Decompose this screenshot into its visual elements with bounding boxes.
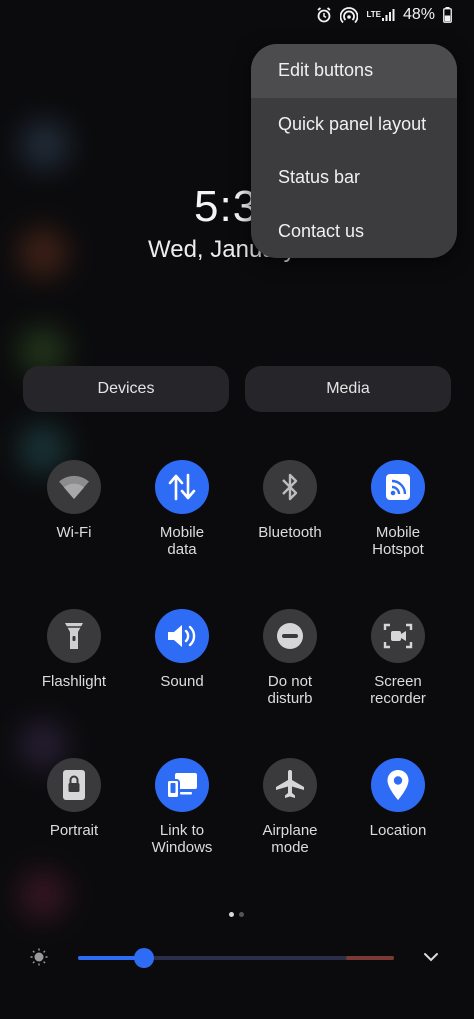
tile-label: Flashlight	[41, 673, 107, 690]
tile-airplane-mode[interactable]: Airplane mode	[236, 758, 344, 856]
hotspot-status-icon	[340, 7, 359, 23]
wifi-icon[interactable]	[47, 460, 101, 514]
page-indicator	[229, 912, 244, 917]
screen-recorder-icon[interactable]	[371, 609, 425, 663]
mobile-data-icon[interactable]	[155, 460, 209, 514]
flashlight-icon[interactable]	[47, 609, 101, 663]
tile-label: Link to Windows	[151, 822, 213, 856]
tile-label: Mobile Hotspot	[372, 524, 424, 558]
tile-label: Airplane mode	[262, 822, 318, 856]
overflow-menu: Edit buttons Quick panel layout Status b…	[251, 44, 457, 258]
menu-item-status-bar[interactable]: Status bar	[251, 151, 457, 205]
tile-mobile-hotspot[interactable]: Mobile Hotspot	[344, 460, 452, 558]
tile-screen-recorder[interactable]: Screen recorder	[344, 609, 452, 707]
tile-label: Wi-Fi	[56, 524, 92, 541]
airplane-icon[interactable]	[263, 758, 317, 812]
tile-label: Sound	[160, 673, 204, 690]
page-dot[interactable]	[239, 912, 244, 917]
tile-wifi[interactable]: Wi-Fi	[20, 460, 128, 541]
link-to-windows-icon[interactable]	[155, 758, 209, 812]
tile-bluetooth[interactable]: Bluetooth	[236, 460, 344, 541]
location-icon[interactable]	[371, 758, 425, 812]
tile-portrait[interactable]: Portrait	[20, 758, 128, 839]
tile-link-to-windows[interactable]: Link to Windows	[128, 758, 236, 856]
brightness-extra-range	[346, 956, 394, 960]
brightness-sun-icon	[30, 948, 48, 971]
bluetooth-icon[interactable]	[263, 460, 317, 514]
brightness-control	[0, 940, 474, 980]
do-not-disturb-icon[interactable]	[263, 609, 317, 663]
tile-label: Bluetooth	[258, 524, 322, 541]
tile-label: Location	[369, 822, 427, 839]
sound-icon[interactable]	[155, 609, 209, 663]
menu-item-contact-us[interactable]: Contact us	[251, 205, 457, 259]
tile-label: Do not disturb	[267, 673, 313, 707]
tile-location[interactable]: Location	[344, 758, 452, 839]
battery-percentage: 48%	[402, 6, 435, 23]
menu-item-edit-buttons[interactable]: Edit buttons	[251, 44, 457, 98]
battery-icon	[443, 7, 452, 23]
page-dot-active[interactable]	[229, 912, 234, 917]
network-type-label: LTE	[366, 10, 381, 19]
alarm-icon	[316, 7, 332, 23]
clock-time: 5:3	[194, 182, 259, 231]
tile-label: Screen recorder	[370, 673, 426, 707]
lte-signal-icon: LTE	[366, 8, 395, 22]
media-button[interactable]: Media	[245, 366, 451, 412]
tile-label: Portrait	[49, 822, 99, 839]
portrait-lock-icon[interactable]	[47, 758, 101, 812]
brightness-slider[interactable]	[78, 948, 394, 968]
devices-button[interactable]: Devices	[23, 366, 229, 412]
tile-label: Mobile data	[159, 524, 205, 558]
tile-do-not-disturb[interactable]: Do not disturb	[236, 609, 344, 707]
tile-flashlight[interactable]: Flashlight	[20, 609, 128, 690]
status-bar: LTE 48%	[316, 4, 452, 26]
hotspot-icon[interactable]	[371, 460, 425, 514]
tile-mobile-data[interactable]: Mobile data	[128, 460, 236, 558]
expand-chevron-down-icon[interactable]	[422, 948, 440, 971]
tile-sound[interactable]: Sound	[128, 609, 236, 690]
brightness-slider-thumb[interactable]	[134, 948, 155, 968]
menu-item-quick-panel-layout[interactable]: Quick panel layout	[251, 98, 457, 152]
